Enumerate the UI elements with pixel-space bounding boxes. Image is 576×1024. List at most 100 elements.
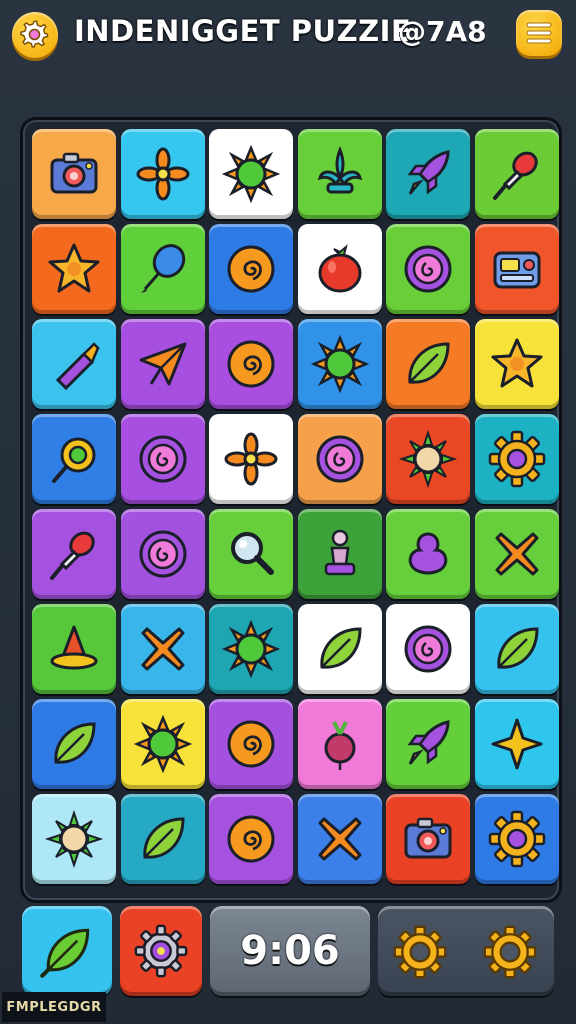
camera-icon [50,152,98,194]
tile[interactable] [297,319,382,409]
witch-hat-icon [50,625,98,670]
tile[interactable] [32,129,116,219]
tile[interactable] [120,699,205,789]
star-icon [491,338,542,388]
leaf-icon [40,928,90,978]
tile[interactable] [120,129,205,219]
sun-icon [221,144,281,204]
tile[interactable] [297,699,382,789]
tile[interactable] [120,319,205,409]
swirl-icon [316,435,363,483]
gear-icon[interactable] [392,924,448,980]
tile[interactable] [386,414,470,504]
swirl-icon [404,625,452,673]
tile[interactable] [32,414,116,504]
tile[interactable] [386,699,470,789]
sun-icon [133,714,192,774]
tile[interactable] [209,604,293,694]
tile[interactable] [297,129,382,219]
tile[interactable] [120,414,205,504]
spiky-ball-icon [44,809,104,869]
tile[interactable] [209,129,293,219]
tile[interactable] [209,509,293,599]
tile[interactable] [32,509,116,599]
powerup-button[interactable] [120,906,202,996]
hamburger-menu-icon [526,22,552,44]
tile[interactable] [32,224,116,314]
paper-plane-icon [139,342,186,386]
tile[interactable] [120,509,205,599]
options-panel [378,906,554,996]
tile[interactable] [120,224,205,314]
sun-icon [221,619,281,679]
tile[interactable] [386,319,470,409]
leaf-icon [54,722,96,764]
tile[interactable] [209,794,293,884]
tile[interactable] [386,509,470,599]
fleur-icon [317,145,362,194]
spiral-icon [227,720,275,768]
tile[interactable] [474,414,559,504]
spiky-ball-icon [398,429,458,489]
tile[interactable] [474,509,559,599]
tile[interactable] [32,319,116,409]
cross-icon [318,817,361,861]
gear-icon [488,810,545,868]
spiral-icon [227,245,275,293]
tile[interactable] [474,319,559,409]
leaf-icon [408,342,450,384]
top-bar: INDENIGGET PUZZIE @7A8 [0,0,576,72]
tile[interactable] [474,699,559,789]
tile[interactable] [386,604,470,694]
tile[interactable] [297,794,382,884]
tile[interactable] [474,794,559,884]
tile[interactable] [386,794,470,884]
score-display: @7A8 [398,15,487,48]
propeller-icon [136,147,189,201]
tile[interactable] [209,414,293,504]
leaf-icon [142,817,185,859]
radish-icon [324,721,355,770]
tile[interactable] [120,604,205,694]
tile[interactable] [386,129,470,219]
lollipop-icon [52,437,96,483]
radio-icon [493,251,540,289]
tile[interactable] [297,509,382,599]
leaf-icon [319,627,362,669]
gear-icon[interactable] [482,924,538,980]
spiral-icon [227,815,275,863]
gear-icon [134,924,188,978]
tile[interactable] [32,794,116,884]
tile[interactable] [474,604,559,694]
corner-label: FMPLEGDGR [2,992,106,1022]
menu-button[interactable] [516,10,562,56]
blob-icon [408,532,448,575]
tile[interactable] [32,699,116,789]
gear-icon [20,20,49,48]
cross-icon [495,532,538,576]
spiral-icon [227,340,275,388]
settings-button[interactable] [12,12,58,58]
tile[interactable] [32,604,116,694]
tile[interactable] [209,224,293,314]
tile[interactable] [474,224,559,314]
hint-button[interactable] [22,906,112,996]
tile[interactable] [297,604,382,694]
tile[interactable] [474,129,559,219]
chess-piece-icon [324,529,355,576]
timer-panel: 9:06 [210,906,370,996]
tile[interactable] [386,224,470,314]
star-icon [48,243,100,293]
tile[interactable] [209,319,293,409]
swirl-icon [139,435,186,483]
tile[interactable] [297,224,382,314]
game-title: INDENIGGET PUZZIE [74,14,412,48]
propeller-icon [224,432,278,486]
leaf-icon [496,627,539,669]
tile[interactable] [297,414,382,504]
pushpin-icon [492,151,538,200]
sparkle-icon [491,718,542,770]
tile[interactable] [209,699,293,789]
tile[interactable] [120,794,205,884]
swirl-icon [139,530,186,578]
